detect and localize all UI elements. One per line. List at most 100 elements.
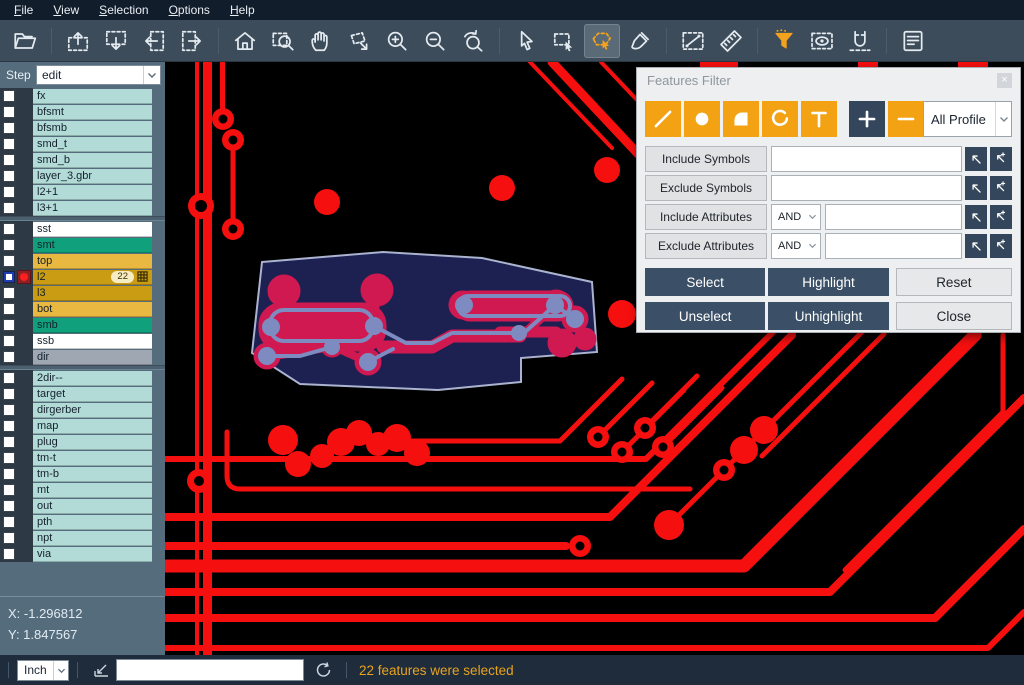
layer-name-label[interactable]: l222 (33, 270, 152, 285)
pick-add-feature-button[interactable] (990, 234, 1012, 258)
pan-hand-icon[interactable] (303, 24, 339, 58)
pick-add-feature-button[interactable] (990, 147, 1012, 171)
pick-add-feature-button[interactable] (990, 176, 1012, 200)
layer-visibility-checkbox[interactable] (3, 436, 15, 448)
layer-name-label[interactable]: target (33, 387, 152, 402)
layers-panel-icon[interactable] (895, 24, 931, 58)
layer-name-label[interactable]: npt (33, 531, 152, 546)
zoom-in-icon[interactable] (379, 24, 415, 58)
include-attributes-input[interactable] (825, 204, 962, 230)
layer-visibility-checkbox[interactable] (3, 548, 15, 560)
layer-visibility-checkbox[interactable] (3, 452, 15, 464)
layer-visibility-checkbox[interactable] (3, 90, 15, 102)
layer-visibility-checkbox[interactable] (3, 335, 15, 347)
layer-row-top[interactable]: top (0, 253, 165, 269)
layer-visibility-checkbox[interactable] (3, 388, 15, 400)
select-rect-icon[interactable] (546, 24, 582, 58)
layer-name-label[interactable]: tm-t (33, 451, 152, 466)
layer-name-label[interactable]: bfsmt (33, 105, 152, 120)
layer-name-label[interactable]: pth (33, 515, 152, 530)
layer-row-ssb[interactable]: ssb (0, 333, 165, 349)
layer-name-label[interactable]: plug (33, 435, 152, 450)
layer-name-label[interactable]: sst (33, 222, 152, 237)
zoom-window-icon[interactable] (265, 24, 301, 58)
layer-row-layer-3-gbr[interactable]: layer_3.gbr (0, 168, 165, 184)
zoom-previous-icon[interactable] (455, 24, 491, 58)
open-file-icon[interactable] (7, 24, 43, 58)
layer-visibility-checkbox[interactable] (3, 287, 15, 299)
layer-visibility-checkbox[interactable] (3, 372, 15, 384)
refresh-icon[interactable] (314, 661, 332, 679)
exclude-symbols-input[interactable] (771, 175, 962, 201)
layer-row-bfsmt[interactable]: bfsmt (0, 104, 165, 120)
layer-name-label[interactable]: l3+1 (33, 201, 152, 216)
layer-name-label[interactable]: l2+1 (33, 185, 152, 200)
include-symbols-input[interactable] (771, 146, 962, 172)
layer-row-via[interactable]: via (0, 546, 165, 562)
shift-left-icon[interactable] (136, 24, 172, 58)
snap-angle-icon[interactable] (92, 661, 110, 679)
layer-visibility-checkbox[interactable] (3, 500, 15, 512)
menu-help[interactable]: Help (220, 1, 265, 19)
layer-name-label[interactable]: smd_b (33, 153, 152, 168)
pick-add-feature-button[interactable] (990, 205, 1012, 229)
layer-name-label[interactable]: tm-b (33, 467, 152, 482)
unselect-button[interactable]: Unselect (645, 302, 765, 330)
layer-visibility-checkbox[interactable] (3, 202, 15, 214)
step-select[interactable]: edit (36, 65, 161, 85)
layer-row-tm-t[interactable]: tm-t (0, 450, 165, 466)
layer-row-out[interactable]: out (0, 498, 165, 514)
zoom-area-icon[interactable] (341, 24, 377, 58)
pick-feature-button[interactable] (965, 205, 987, 229)
layer-name-label[interactable]: 2dir-- (33, 371, 152, 386)
surface-feature-icon[interactable] (723, 101, 759, 137)
layer-name-label[interactable]: bot (33, 302, 152, 317)
layer-row-npt[interactable]: npt (0, 530, 165, 546)
measure-line-icon[interactable] (675, 24, 711, 58)
layer-name-label[interactable]: smt (33, 238, 152, 253)
close-button[interactable]: Close (896, 302, 1012, 330)
shift-right-icon[interactable] (174, 24, 210, 58)
layer-name-label[interactable]: top (33, 254, 152, 269)
layer-row-smd-t[interactable]: smd_t (0, 136, 165, 152)
shift-down-icon[interactable] (98, 24, 134, 58)
pick-feature-button[interactable] (965, 176, 987, 200)
clean-brush-icon[interactable] (622, 24, 658, 58)
layer-name-label[interactable]: via (33, 547, 152, 562)
layer-name-label[interactable]: out (33, 499, 152, 514)
command-input[interactable] (116, 659, 304, 681)
text-feature-icon[interactable] (801, 101, 837, 137)
add-feature-icon[interactable] (849, 101, 885, 137)
exclude-symbols-button[interactable]: Exclude Symbols (645, 175, 767, 201)
layer-visibility-checkbox[interactable] (3, 319, 15, 331)
profile-select[interactable]: All Profile (923, 101, 1012, 137)
layer-row-dir[interactable]: dir (0, 349, 165, 365)
layer-name-label[interactable]: bfsmb (33, 121, 152, 136)
layer-name-label[interactable]: fx (33, 89, 152, 104)
shift-up-icon[interactable] (60, 24, 96, 58)
layer-row-pth[interactable]: pth (0, 514, 165, 530)
layer-visibility-checkbox[interactable] (3, 468, 15, 480)
layer-row-map[interactable]: map (0, 418, 165, 434)
layer-row-2dir-[interactable]: 2dir-- (0, 370, 165, 386)
include-attributes-button[interactable]: Include Attributes (645, 204, 767, 230)
layer-visibility-checkbox[interactable] (3, 532, 15, 544)
home-icon[interactable] (227, 24, 263, 58)
pick-feature-button[interactable] (965, 234, 987, 258)
layer-visibility-checkbox[interactable] (3, 154, 15, 166)
layer-visibility-checkbox[interactable] (3, 170, 15, 182)
layer-row-bfsmb[interactable]: bfsmb (0, 120, 165, 136)
layer-row-l2-1[interactable]: l2+1 (0, 184, 165, 200)
view-box-icon[interactable] (804, 24, 840, 58)
layer-visibility-checkbox[interactable] (3, 351, 15, 363)
filter-icon[interactable] (766, 24, 802, 58)
zoom-out-icon[interactable] (417, 24, 453, 58)
layer-name-label[interactable]: map (33, 419, 152, 434)
layer-visibility-checkbox[interactable] (3, 271, 15, 283)
logic-operator-select[interactable]: AND (771, 233, 821, 259)
layer-row-dirgerber[interactable]: dirgerber (0, 402, 165, 418)
layer-row-smb[interactable]: smb (0, 317, 165, 333)
layer-visibility-checkbox[interactable] (3, 223, 15, 235)
line-feature-icon[interactable] (645, 101, 681, 137)
layer-visibility-checkbox[interactable] (3, 516, 15, 528)
